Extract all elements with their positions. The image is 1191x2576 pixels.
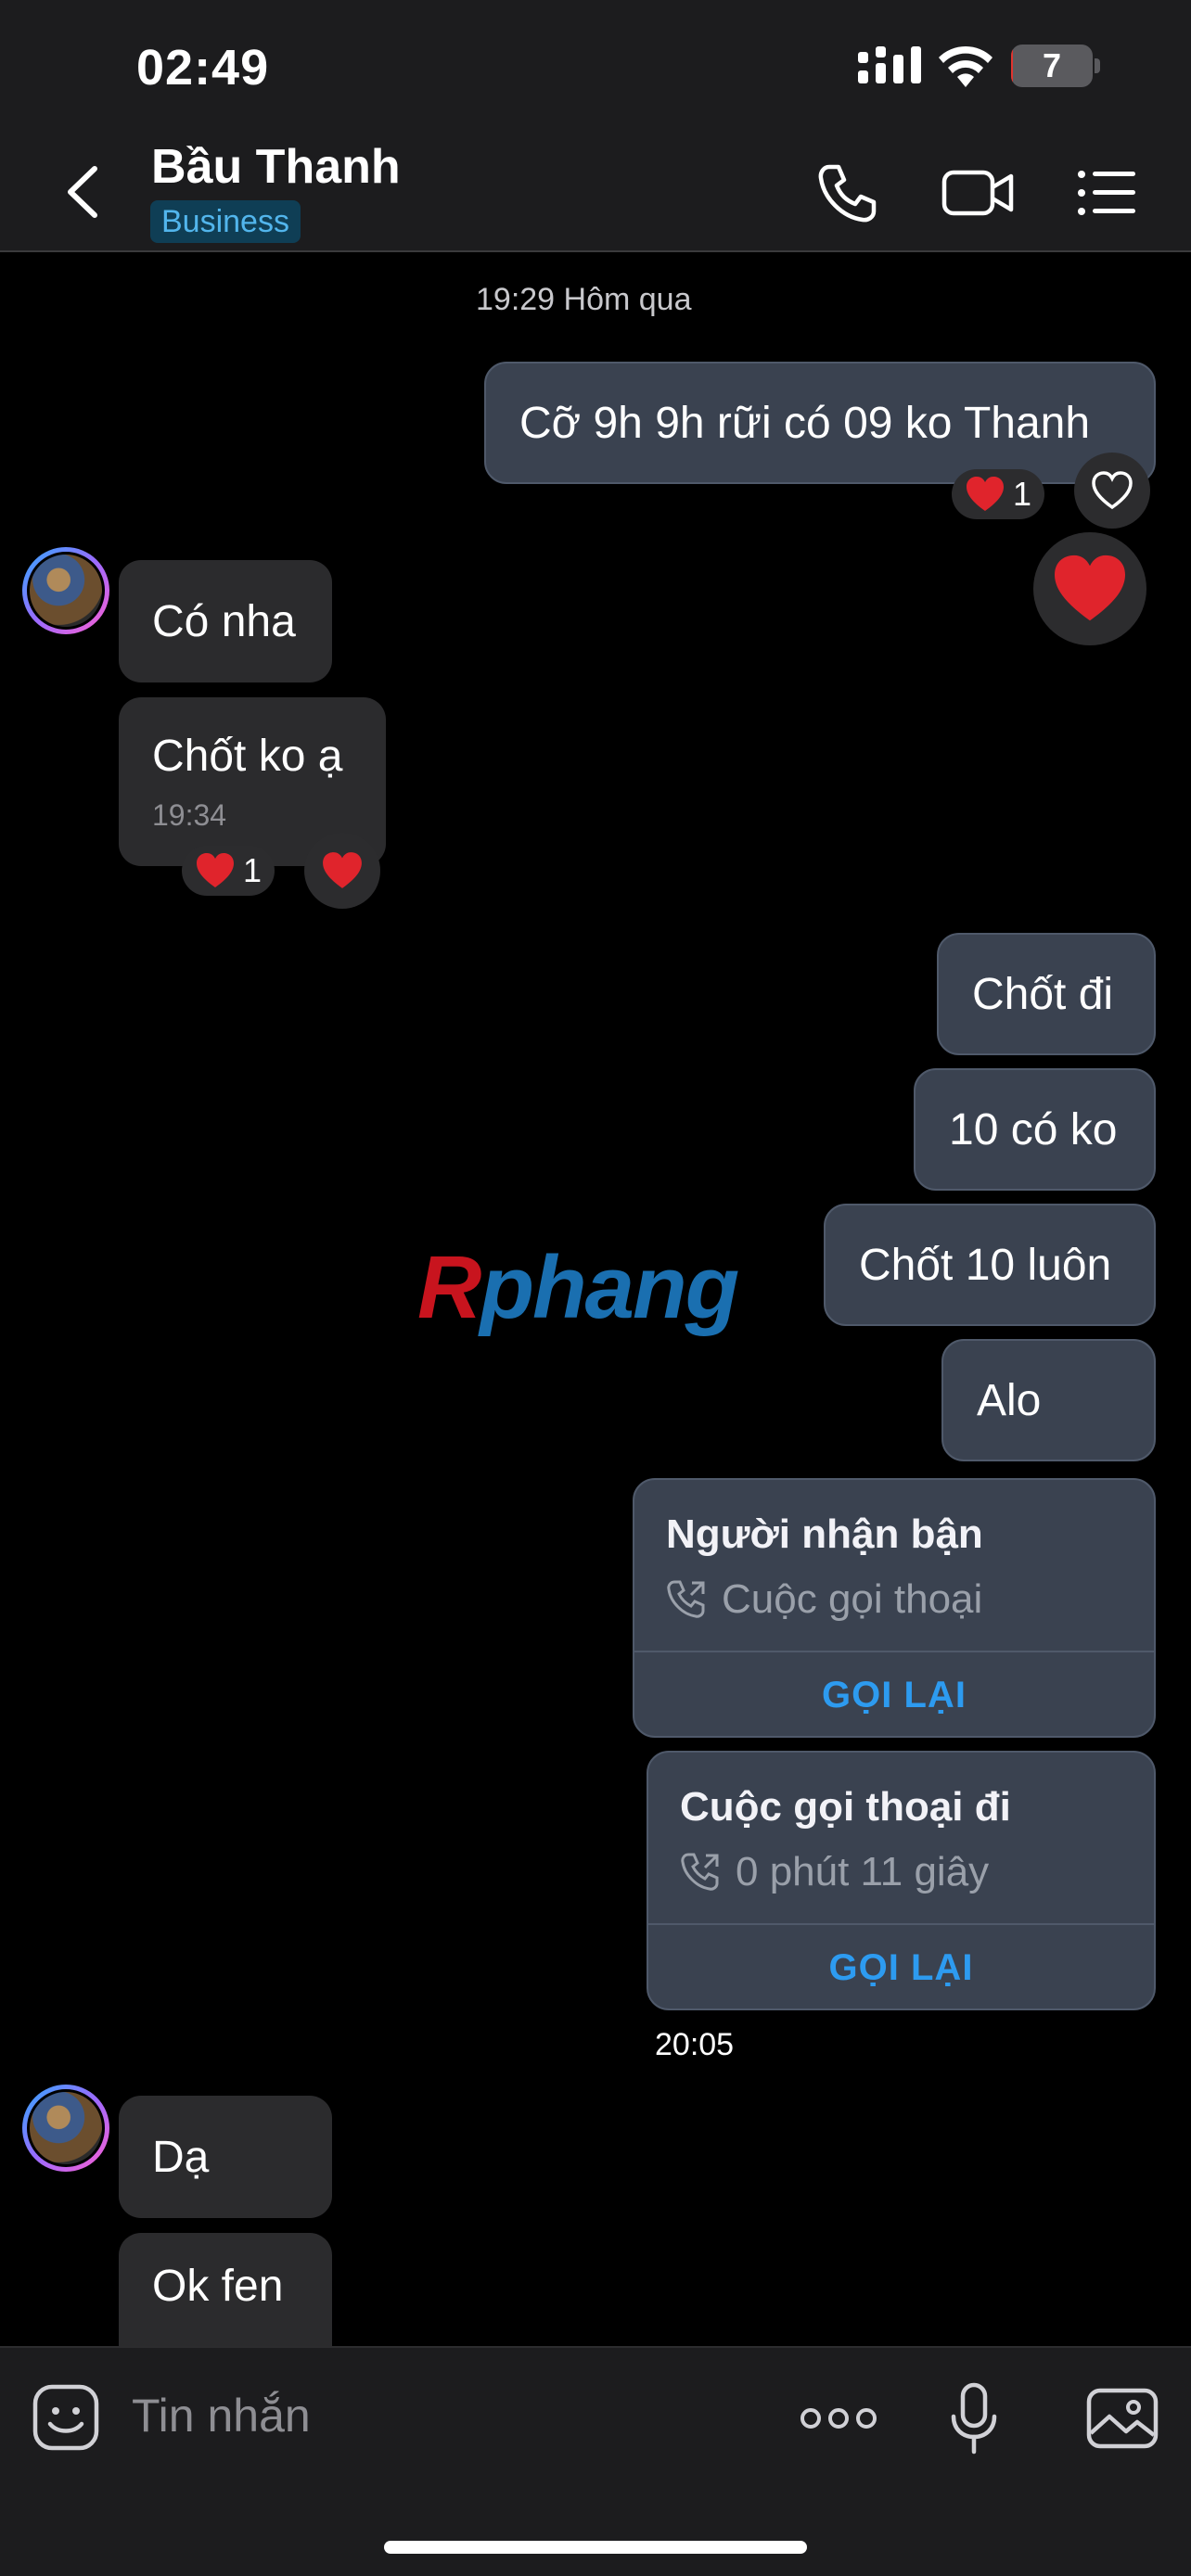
contact-name[interactable]: Bầu Thanh bbox=[151, 139, 401, 195]
call-detail: Cuộc gọi thoại bbox=[666, 1576, 982, 1623]
reaction-summary[interactable]: 1 bbox=[952, 469, 1045, 519]
sent-message[interactable]: Cỡ 9h 9h rữi có 09 ko Thanh bbox=[484, 362, 1156, 484]
business-badge: Business bbox=[150, 200, 301, 243]
missed-call-card: Người nhận bận Cuộc gọi thoại GỌI LẠI bbox=[633, 1478, 1156, 1738]
video-camera-icon[interactable] bbox=[941, 163, 1014, 223]
battery-indicator: 7 bbox=[1011, 45, 1100, 87]
contact-avatar[interactable] bbox=[22, 547, 109, 634]
watermark-logo: Rphang bbox=[417, 1238, 739, 1337]
more-options-icon[interactable] bbox=[800, 2381, 877, 2455]
heart-icon bbox=[967, 477, 1004, 511]
message-text: Chốt ko ạ bbox=[152, 732, 343, 781]
received-message[interactable]: Có nha bbox=[119, 560, 332, 682]
react-button[interactable] bbox=[1074, 453, 1150, 529]
react-button[interactable] bbox=[304, 833, 380, 909]
call-title: Cuộc gọi thoại đi bbox=[680, 1784, 1011, 1830]
message-composer: Tin nhắn bbox=[0, 2346, 1191, 2576]
call-back-button[interactable]: GỌI LẠI bbox=[648, 1947, 1154, 1989]
received-message[interactable]: Dạ bbox=[119, 2096, 332, 2218]
heart-outline-icon bbox=[1092, 471, 1133, 510]
date-separator: 19:29 Hôm qua bbox=[476, 282, 692, 317]
status-time: 02:49 bbox=[136, 40, 270, 96]
message-time: 19:34 bbox=[152, 798, 227, 832]
reaction-count: 1 bbox=[1013, 475, 1032, 513]
call-detail: 0 phút 11 giây bbox=[680, 1849, 989, 1895]
heart-icon bbox=[323, 852, 362, 888]
sent-message[interactable]: 10 có ko bbox=[914, 1068, 1156, 1191]
chat-header: Bầu Thanh Business bbox=[0, 130, 1191, 252]
quick-heart-reaction[interactable] bbox=[1033, 532, 1146, 645]
sticker-emoji-icon[interactable] bbox=[32, 2381, 102, 2455]
sent-message[interactable]: Chốt 10 luôn bbox=[824, 1204, 1156, 1326]
status-bar: 02:49 7 bbox=[0, 0, 1191, 130]
sent-message[interactable]: Alo bbox=[941, 1339, 1156, 1461]
home-indicator bbox=[384, 2541, 807, 2554]
sent-message[interactable]: Chốt đi bbox=[937, 933, 1156, 1055]
call-back-button[interactable]: GỌI LẠI bbox=[634, 1675, 1154, 1716]
phone-icon[interactable] bbox=[816, 163, 877, 223]
microphone-icon[interactable] bbox=[946, 2381, 1002, 2455]
contact-avatar[interactable] bbox=[22, 2085, 109, 2172]
outgoing-call-icon bbox=[667, 1580, 705, 1618]
reaction-count: 1 bbox=[243, 851, 263, 889]
image-gallery-icon[interactable] bbox=[1085, 2381, 1159, 2455]
call-title: Người nhận bận bbox=[666, 1511, 983, 1557]
reaction-summary[interactable]: 1 bbox=[182, 846, 275, 896]
heart-icon bbox=[1055, 555, 1125, 621]
menu-list-icon[interactable] bbox=[1076, 163, 1137, 223]
back-chevron-icon[interactable] bbox=[56, 159, 111, 224]
wifi-icon bbox=[939, 45, 992, 87]
message-input[interactable]: Tin nhắn bbox=[132, 2389, 311, 2442]
cellular-signal-icon bbox=[858, 46, 921, 83]
message-list[interactable]: 19:29 Hôm qua Cỡ 9h 9h rữi có 09 ko Than… bbox=[0, 254, 1191, 2346]
heart-icon bbox=[197, 853, 234, 887]
outgoing-call-card: Cuộc gọi thoại đi 0 phút 11 giây GỌI LẠI bbox=[647, 1751, 1156, 2010]
received-message[interactable]: Ok fen bbox=[119, 2233, 332, 2346]
battery-level: 7 bbox=[1042, 46, 1062, 84]
message-time: 20:05 bbox=[655, 2027, 735, 2062]
outgoing-call-icon bbox=[681, 1853, 719, 1891]
